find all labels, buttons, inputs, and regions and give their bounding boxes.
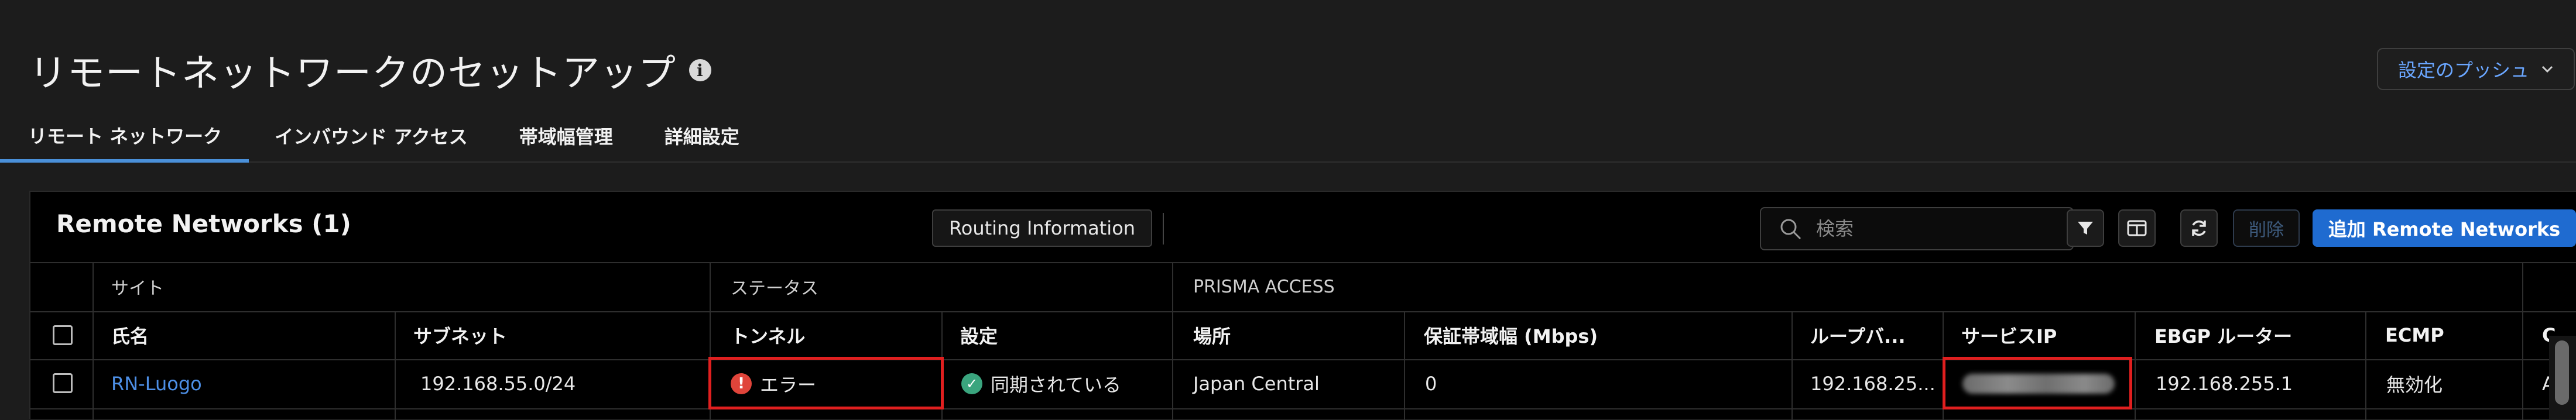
column-header-bandwidth[interactable]: 保証帯域幅 (Mbps): [1424, 311, 1598, 359]
table-border: [1791, 311, 1793, 420]
push-config-button[interactable]: 設定のプッシュ: [2377, 48, 2575, 90]
routing-information-button[interactable]: Routing Information: [932, 209, 1152, 247]
chevron-down-icon: [2541, 66, 2553, 73]
refresh-button[interactable]: [2180, 209, 2218, 247]
group-header-site: サイト: [111, 278, 164, 299]
row-name-link[interactable]: RN-Luogo: [111, 359, 202, 408]
row-loopback: 192.168.25...: [1810, 373, 1936, 395]
scrollbar-thumb[interactable]: [2555, 340, 2569, 405]
tab-inbound-access[interactable]: インバウンド アクセス: [249, 111, 494, 160]
tab-advanced-settings[interactable]: 詳細設定: [639, 111, 765, 160]
push-config-label: 設定のプッシュ: [2397, 59, 2529, 81]
group-header-prisma-access: PRISMA ACCESS: [1193, 276, 1335, 297]
check-circle-icon: ✓: [961, 373, 982, 394]
panel-title: Remote Networks (1): [56, 209, 351, 238]
config-status-text: 同期されている: [991, 374, 1122, 396]
remote-networks-panel: Remote Networks (1) Routing Information: [29, 191, 2576, 420]
select-all-checkbox[interactable]: [53, 325, 73, 345]
table-border: [1172, 262, 1173, 420]
group-header-status: ステータス: [731, 278, 818, 299]
filter-button[interactable]: [2067, 209, 2104, 247]
tab-label: 詳細設定: [664, 126, 739, 148]
search-box[interactable]: [1760, 207, 2074, 250]
table-border: [1404, 311, 1405, 420]
toolbar-divider: [1163, 213, 1164, 245]
page-title-text: リモートネットワークのセットアップ: [29, 52, 676, 95]
row-config-status: ✓ 同期されている: [961, 359, 1121, 408]
column-header-ecmp[interactable]: ECMP: [2385, 311, 2444, 359]
table-border: [2365, 311, 2366, 420]
error-highlight-box: [708, 357, 944, 409]
column-header-config[interactable]: 設定: [960, 311, 998, 359]
row-ecmp: 無効化: [2386, 374, 2443, 396]
row-location: Japan Central: [1193, 373, 1320, 395]
tab-bar: リモート ネットワーク インバウンド アクセス 帯域幅管理 詳細設定: [0, 111, 2576, 163]
row-subnet: 192.168.55.0/24: [420, 373, 576, 395]
column-header-location[interactable]: 場所: [1193, 311, 1231, 359]
column-header-subnet[interactable]: サブネット: [413, 311, 507, 359]
filter-icon: [2078, 222, 2093, 235]
table-border: [2522, 262, 2523, 420]
delete-label: 削除: [2249, 220, 2284, 240]
remote-networks-table: サイト ステータス PRISMA ACCESS 氏名 サブネット トンネル 設定…: [30, 262, 2576, 420]
column-header-loopback[interactable]: ループバ...: [1810, 311, 1906, 359]
table-border: [2135, 311, 2136, 420]
routing-information-label: Routing Information: [948, 217, 1136, 239]
tab-label: 帯域幅管理: [519, 126, 613, 148]
tab-remote-network[interactable]: リモート ネットワーク: [0, 111, 249, 163]
table-border: [93, 262, 94, 420]
row-bandwidth: 0: [1425, 373, 1437, 395]
column-header-service-ip[interactable]: サービスIP: [1961, 311, 2057, 359]
table-border: [30, 408, 2576, 409]
tab-bandwidth-management[interactable]: 帯域幅管理: [494, 111, 639, 160]
tab-label: インバウンド アクセス: [275, 126, 468, 148]
columns-button[interactable]: [2118, 209, 2156, 247]
column-header-tunnel[interactable]: トンネル: [731, 311, 805, 359]
info-icon[interactable]: i: [689, 59, 711, 81]
refresh-icon: [2192, 220, 2206, 236]
add-remote-networks-button[interactable]: 追加 Remote Networks: [2313, 209, 2576, 247]
add-label: 追加 Remote Networks: [2328, 218, 2561, 240]
row-ebgp-router: 192.168.255.1: [2156, 373, 2293, 395]
table-border: [395, 311, 396, 420]
row-checkbox[interactable]: [53, 373, 73, 393]
search-input[interactable]: [1815, 217, 2040, 240]
column-header-name[interactable]: 氏名: [111, 311, 149, 359]
search-icon: [1780, 219, 1801, 240]
service-ip-highlight-box: [1943, 357, 2132, 409]
page-title: リモートネットワークのセットアップ i: [29, 43, 711, 97]
tab-label: リモート ネットワーク: [28, 125, 222, 147]
column-header-ebgp-router[interactable]: EBGP ルーター: [2154, 311, 2292, 359]
columns-icon: [2127, 220, 2147, 236]
delete-button[interactable]: 削除: [2233, 209, 2300, 247]
